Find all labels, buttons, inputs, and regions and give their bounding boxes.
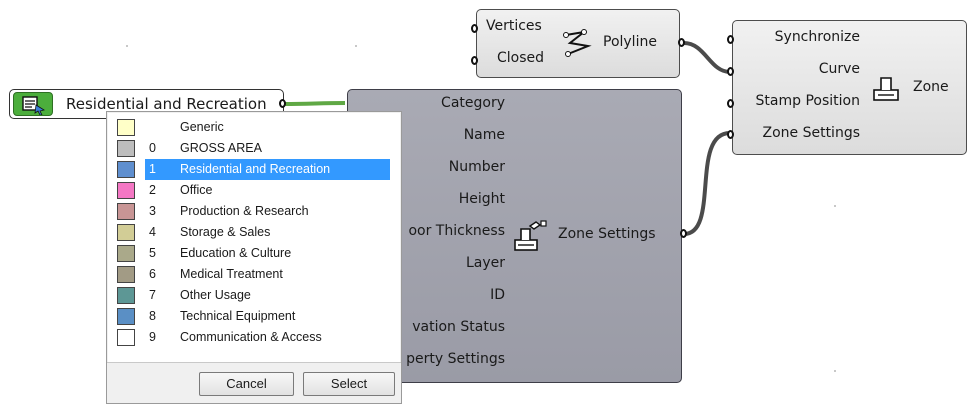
item-number: 9 bbox=[149, 330, 156, 344]
wire-valuelist-category bbox=[283, 101, 346, 106]
zone-zone-settings-grip[interactable] bbox=[727, 130, 734, 139]
dropdown-list[interactable]: Generic 0 GROSS AREA 1 Residential and R… bbox=[108, 113, 400, 362]
polyline-title: Polyline bbox=[603, 34, 657, 50]
zone-settings-icon bbox=[512, 219, 548, 259]
color-swatch bbox=[117, 203, 135, 220]
color-swatch bbox=[117, 161, 135, 178]
color-swatch bbox=[117, 224, 135, 241]
item-number: 5 bbox=[149, 246, 156, 260]
dropdown-item-technical[interactable]: 8 Technical Equipment bbox=[108, 306, 400, 327]
polyline-input-vertices: Vertices bbox=[486, 18, 542, 34]
polyline-icon bbox=[562, 28, 592, 62]
zone-settings-output-grip[interactable] bbox=[680, 229, 687, 238]
polyline-input-closed: Closed bbox=[497, 50, 545, 66]
zone-settings-title: Zone Settings bbox=[558, 226, 656, 242]
item-number: 2 bbox=[149, 183, 156, 197]
value-list-output-grip[interactable] bbox=[279, 99, 286, 108]
color-swatch bbox=[117, 140, 135, 157]
item-name: Storage & Sales bbox=[180, 225, 271, 239]
value-list-icon bbox=[13, 92, 53, 116]
dropdown-item-residential[interactable]: 1 Residential and Recreation bbox=[108, 159, 400, 180]
item-name: Communication & Access bbox=[180, 330, 322, 344]
item-name: Office bbox=[180, 183, 213, 197]
dropdown-separator bbox=[107, 362, 401, 363]
color-swatch bbox=[117, 182, 135, 199]
color-swatch bbox=[117, 245, 135, 262]
dropdown-item-office[interactable]: 2 Office bbox=[108, 180, 400, 201]
item-number: 4 bbox=[149, 225, 156, 239]
polyline-closed-grip[interactable] bbox=[471, 56, 478, 65]
wire-polyline-curve bbox=[683, 41, 731, 74]
zone-curve-grip[interactable] bbox=[727, 67, 734, 76]
zone-stamp-position-grip[interactable] bbox=[727, 99, 734, 108]
item-name: Medical Treatment bbox=[180, 267, 283, 281]
item-name: Generic bbox=[180, 120, 224, 134]
item-number: 1 bbox=[149, 162, 156, 176]
zone-synchronize-grip[interactable] bbox=[727, 35, 734, 44]
item-name: Production & Research bbox=[180, 204, 309, 218]
item-name: Technical Equipment bbox=[180, 309, 296, 323]
zone-title: Zone bbox=[913, 79, 949, 95]
item-number: 7 bbox=[149, 288, 156, 302]
polyline-output-grip[interactable] bbox=[678, 38, 685, 47]
dropdown-item-storage[interactable]: 4 Storage & Sales bbox=[108, 222, 400, 243]
color-swatch bbox=[117, 266, 135, 283]
zone-input-zone-settings: Zone Settings bbox=[762, 125, 860, 141]
zone-settings-input-category: Category bbox=[441, 95, 505, 111]
item-number: 0 bbox=[149, 141, 156, 155]
zone-input-stamp-position: Stamp Position bbox=[755, 93, 860, 109]
item-name: Residential and Recreation bbox=[180, 162, 331, 176]
dropdown-item-production[interactable]: 3 Production & Research bbox=[108, 201, 400, 222]
color-swatch bbox=[117, 329, 135, 346]
zone-stamp-icon bbox=[871, 73, 901, 107]
item-name: Other Usage bbox=[180, 288, 251, 302]
cancel-button[interactable]: Cancel bbox=[199, 372, 294, 396]
item-name: Education & Culture bbox=[180, 246, 292, 260]
item-number: 3 bbox=[149, 204, 156, 218]
select-button[interactable]: Select bbox=[303, 372, 395, 396]
category-dropdown[interactable]: Generic 0 GROSS AREA 1 Residential and R… bbox=[106, 111, 402, 404]
item-number: 8 bbox=[149, 309, 156, 323]
color-swatch bbox=[117, 308, 135, 325]
wire-zonesettings-settings bbox=[683, 131, 731, 236]
zone-input-synchronize: Synchronize bbox=[774, 29, 860, 45]
dropdown-item-medical[interactable]: 6 Medical Treatment bbox=[108, 264, 400, 285]
zone-component[interactable]: Synchronize Curve Stamp Position Zone Se… bbox=[732, 20, 967, 155]
zone-input-curve: Curve bbox=[818, 61, 860, 77]
polyline-component[interactable]: Vertices Closed Polyline bbox=[476, 9, 680, 78]
dropdown-item-generic[interactable]: Generic bbox=[108, 117, 400, 138]
dropdown-item-education[interactable]: 5 Education & Culture bbox=[108, 243, 400, 264]
color-swatch bbox=[117, 287, 135, 304]
item-name: GROSS AREA bbox=[180, 141, 262, 155]
color-swatch bbox=[117, 119, 135, 136]
dropdown-item-communication[interactable]: 9 Communication & Access bbox=[108, 327, 400, 348]
dropdown-item-gross-area[interactable]: 0 GROSS AREA bbox=[108, 138, 400, 159]
polyline-vertices-grip[interactable] bbox=[471, 24, 478, 33]
dropdown-item-other[interactable]: 7 Other Usage bbox=[108, 285, 400, 306]
item-number: 6 bbox=[149, 267, 156, 281]
